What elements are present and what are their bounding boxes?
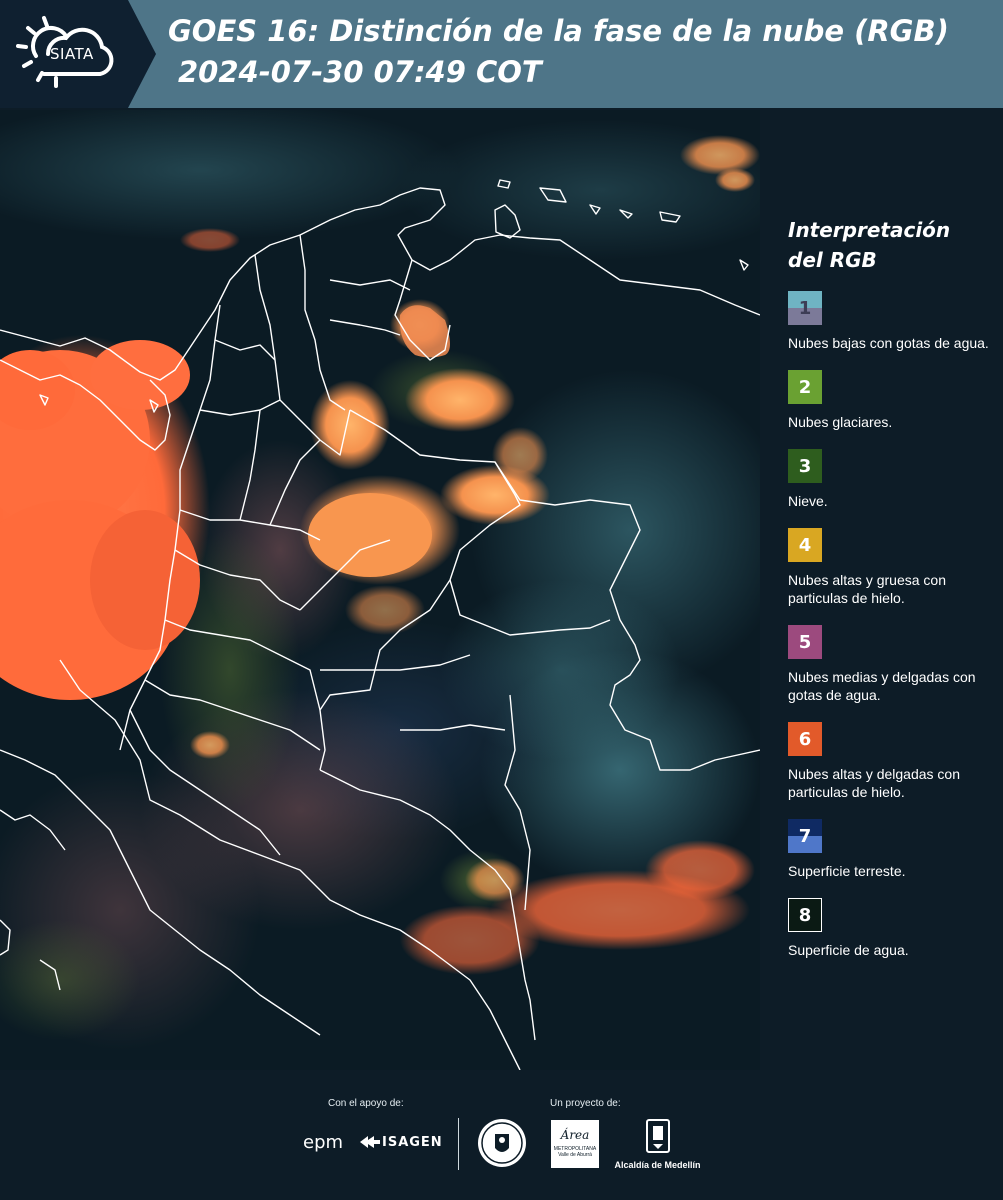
page-subtitle-datetime: 2024-07-30 07:49 COT <box>178 55 542 89</box>
legend-title: Interpretación del RGB <box>788 215 993 275</box>
epm-logo-text: epm <box>303 1132 344 1153</box>
legend-swatch: 5 <box>788 625 822 659</box>
medellin-shield-icon <box>645 1119 670 1153</box>
rgb-composite-image <box>0 100 800 1071</box>
legend-item-label: Nieve. <box>788 493 828 509</box>
legend-panel: Interpretación del RGB 1 Nubes bajas con … <box>788 215 993 977</box>
legend-item-label: Nubes glaciares. <box>788 414 893 430</box>
legend-item-label: Nubes bajas con gotas de agua. <box>788 335 989 351</box>
seal-icon <box>478 1119 526 1167</box>
university-seal-logo[interactable] <box>477 1118 527 1172</box>
legend-item-label: Nubes altas y gruesa con particulas de h… <box>788 572 946 606</box>
legend-title-line1: Interpretación <box>788 218 951 242</box>
legend-item-label: Nubes altas y delgadas con particulas de… <box>788 766 960 800</box>
logo-arrow <box>128 0 156 108</box>
legend-item-6: 6 Nubes altas y delgadas con particulas d… <box>788 722 993 801</box>
legend-swatch-number: 6 <box>798 728 812 750</box>
legend-item-label: Superficie de agua. <box>788 942 909 958</box>
legend-swatch-number: 4 <box>798 534 812 556</box>
legend-swatch-number: 7 <box>798 825 812 847</box>
legend-item-4: 4 Nubes altas y gruesa con particulas de … <box>788 528 993 607</box>
legend-swatch: 8 <box>788 898 822 932</box>
siata-logo[interactable]: SIATA <box>0 0 128 108</box>
isagen-logo[interactable]: ISAGEN <box>360 1134 443 1150</box>
legend-swatch-number: 2 <box>798 376 812 398</box>
legend-item-1: 1 Nubes bajas con gotas de agua. <box>788 291 993 352</box>
legend-item-label: Superficie terreste. <box>788 863 906 879</box>
alcaldia-label: Alcaldía de Medellín <box>614 1160 701 1170</box>
legend-swatch-number: 5 <box>798 631 812 653</box>
area-metropolitana-logo[interactable]: Área METROPOLITANA Valle de Aburrá <box>551 1120 599 1168</box>
legend-item-3: 3 Nieve. <box>788 449 993 510</box>
project-label: Un proyecto de: <box>550 1098 621 1109</box>
support-label: Con el apoyo de: <box>328 1098 404 1109</box>
legend-item-8: 8 Superficie de agua. <box>788 898 993 959</box>
legend-swatch-number: 1 <box>798 297 812 319</box>
epm-logo[interactable]: epm <box>303 1132 343 1153</box>
footer-divider <box>458 1118 459 1170</box>
legend-swatch: 3 <box>788 449 822 483</box>
legend-swatch-number: 8 <box>798 904 812 926</box>
alcaldia-medellin-logo[interactable]: Alcaldía de Medellín <box>610 1118 705 1170</box>
legend-swatch-number: 3 <box>798 455 812 477</box>
logo-text: SIATA <box>50 45 94 63</box>
legend-item-7: 7 Superficie terreste. <box>788 819 993 880</box>
satellite-map[interactable] <box>0 100 800 1071</box>
legend-items: 1 Nubes bajas con gotas de agua. 2 Nubes gl… <box>788 291 993 959</box>
page-title: GOES 16: Distinción de la fase de la nub… <box>168 14 949 48</box>
isagen-arrow-icon <box>360 1136 380 1148</box>
legend-swatch: 6 <box>788 722 822 756</box>
area-logo-valle: Valle de Aburrá <box>558 1152 592 1158</box>
footer: Con el apoyo de: Un proyecto de: epm ISA… <box>0 1070 1003 1200</box>
legend-item-5: 5 Nubes medias y delgadas con gotas de ag… <box>788 625 993 704</box>
legend-item-2: 2 Nubes glaciares. <box>788 370 993 431</box>
area-logo-title: Área <box>560 1128 590 1142</box>
legend-item-label: Nubes medias y delgadas con gotas de agu… <box>788 669 976 703</box>
legend-swatch: 1 <box>788 291 822 325</box>
legend-swatch: 2 <box>788 370 822 404</box>
legend-swatch: 7 <box>788 819 822 853</box>
header-bar: SIATA GOES 16: Distinción de la fase de … <box>0 0 1003 108</box>
legend-title-line2: del RGB <box>788 248 877 272</box>
legend-swatch: 4 <box>788 528 822 562</box>
isagen-logo-text: ISAGEN <box>382 1134 443 1150</box>
